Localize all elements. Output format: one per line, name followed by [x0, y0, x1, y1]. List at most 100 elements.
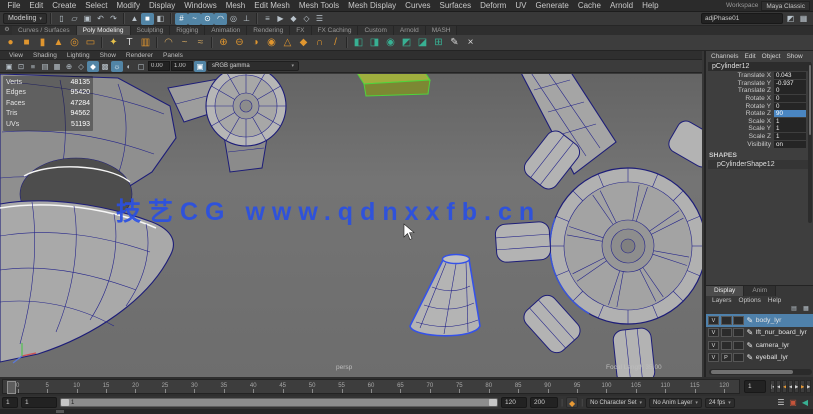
channel-value-field[interactable]: 90 [774, 110, 806, 117]
timeline-tick[interactable]: 55 [327, 380, 356, 393]
layer-row[interactable]: VP✎eyeball_lyr [706, 352, 813, 365]
shelf-tab-rendering[interactable]: Rendering [247, 26, 290, 35]
menu-generate[interactable]: Generate [531, 0, 573, 11]
range-slider-bar[interactable]: 1 [60, 398, 498, 407]
layer-menu-help[interactable]: Help [765, 297, 784, 304]
crease-tool-icon[interactable]: ✎ [447, 36, 462, 50]
timeline-tick[interactable]: 0 [3, 380, 32, 393]
poly-cone-icon[interactable]: ▲ [51, 36, 66, 50]
panel-menu-panels[interactable]: Panels [158, 52, 188, 59]
timeline-tick[interactable]: 90 [533, 380, 562, 393]
timeline-tick[interactable]: 15 [91, 380, 120, 393]
step-back-key-button[interactable]: ◀ [782, 380, 787, 393]
shelf-gear-icon[interactable]: ⚙ [2, 26, 12, 35]
timeline-tick[interactable]: 105 [621, 380, 650, 393]
poly-sphere-icon[interactable]: ● [3, 36, 18, 50]
timeline-tick[interactable]: 60 [356, 380, 385, 393]
open-scene-icon[interactable]: ▱ [68, 13, 81, 25]
uv-spherical-icon[interactable]: ◉ [383, 36, 398, 50]
bridge-icon[interactable]: ∩ [312, 36, 327, 50]
play-backwards-button[interactable]: ◀ [788, 380, 793, 393]
type-tool-icon[interactable]: T [122, 36, 137, 50]
new-scene-icon[interactable]: ▯ [55, 13, 68, 25]
render-current-frame-icon[interactable]: ◆ [287, 13, 300, 25]
multi-cut-icon[interactable]: / [328, 36, 343, 50]
smooth-mesh-icon[interactable]: ◉ [264, 36, 279, 50]
timeline-tick[interactable]: 20 [121, 380, 150, 393]
sculpt-tool-icon[interactable]: ◠ [161, 36, 176, 50]
sound-icon[interactable]: ◀ [799, 397, 811, 408]
panel-menu-shading[interactable]: Shading [28, 52, 62, 59]
shelf-tab-fx-caching[interactable]: FX Caching [312, 26, 359, 35]
timeline-tick[interactable]: 110 [651, 380, 680, 393]
layer-visibility-toggle[interactable]: V [708, 316, 719, 325]
select-hierarchy-icon[interactable]: ▲ [128, 13, 141, 25]
menu-file[interactable]: File [3, 0, 25, 11]
timeline-tick[interactable]: 25 [150, 380, 179, 393]
menu-help[interactable]: Help [638, 0, 663, 11]
poly-torus-icon[interactable]: ◎ [67, 36, 82, 50]
play-forward-button[interactable]: ▶ [794, 380, 799, 393]
layer-visibility-toggle[interactable]: V [708, 341, 719, 350]
camera-attributes-icon[interactable]: ≡ [27, 61, 39, 72]
layer-row[interactable]: V✎camera_lyr [706, 339, 813, 352]
svg-tool-icon[interactable]: ▥ [138, 36, 153, 50]
layer-menu-layers[interactable]: Layers [709, 297, 735, 304]
channel-box-menu-object[interactable]: Object [760, 53, 783, 60]
go-to-start-button[interactable]: |◀ [770, 380, 775, 393]
poly-cylinder-icon[interactable]: ▮ [35, 36, 50, 50]
poly-cube-icon[interactable]: ■ [19, 36, 34, 50]
timeline-tick[interactable]: 100 [592, 380, 621, 393]
exposure-field[interactable] [148, 61, 170, 71]
uv-automatic-icon[interactable]: ◩ [399, 36, 414, 50]
timeline-tick[interactable]: 120 [710, 380, 739, 393]
fps-dropdown[interactable]: 24 fps▾ [705, 398, 735, 408]
layer-playback-toggle[interactable] [721, 316, 732, 325]
shelf-tab-curves-surfaces[interactable]: Curves / Surfaces [12, 26, 77, 35]
smooth-tool-icon[interactable]: ~ [177, 36, 192, 50]
playback-start-field[interactable] [21, 397, 57, 408]
channel-value-field[interactable]: 0 [774, 103, 806, 110]
menu-display[interactable]: Display [145, 0, 180, 11]
2d-pan-zoom-icon[interactable]: ⊕ [63, 61, 75, 72]
timeline-tick[interactable]: 50 [297, 380, 326, 393]
workspace-dropdown[interactable]: Maya Classic [761, 1, 810, 11]
color-management-icon[interactable]: ▣ [194, 61, 206, 72]
select-object-icon[interactable]: ■ [141, 13, 154, 25]
channel-value-field[interactable]: 1 [774, 133, 806, 140]
layer-menu-options[interactable]: Options [736, 297, 764, 304]
create-layer-from-selected-icon[interactable]: ▦ [801, 305, 811, 313]
symmetry-icon[interactable]: ⊥ [240, 13, 253, 25]
timeline-tick[interactable]: 5 [32, 380, 61, 393]
channel-value-field[interactable]: 1 [774, 125, 806, 132]
layer-visibility-toggle[interactable]: V [708, 328, 719, 337]
object-details-icon[interactable]: ▦ [797, 13, 810, 25]
timeline-tick[interactable]: 115 [680, 380, 709, 393]
viewport-canvas[interactable]: Verts48135Edges95420Faces47284Tris94562U… [0, 74, 702, 377]
timeline-tick[interactable]: 45 [268, 380, 297, 393]
menu-set-dropdown[interactable]: Modeling▾ [3, 13, 47, 24]
panel-menu-lighting[interactable]: Lighting [62, 52, 95, 59]
mel-toggle[interactable] [56, 410, 64, 413]
timeline-tick[interactable]: 30 [180, 380, 209, 393]
channel-box-menu-channels[interactable]: Channels [709, 53, 740, 60]
render-settings-icon[interactable]: ☰ [313, 13, 326, 25]
construction-history-icon[interactable]: ≡ [261, 13, 274, 25]
layer-tab-display[interactable]: Display [706, 286, 744, 296]
range-end-handle[interactable] [489, 399, 497, 406]
character-set-dropdown[interactable]: No Character Set▾ [586, 398, 646, 408]
shaded-icon[interactable]: ◆ [87, 61, 99, 72]
timeline-tick[interactable]: 75 [445, 380, 474, 393]
poly-plane-icon[interactable]: ▭ [83, 36, 98, 50]
playback-end-field[interactable] [501, 397, 527, 408]
layer-color-swatch[interactable] [733, 341, 744, 350]
menu-surfaces[interactable]: Surfaces [435, 0, 476, 11]
snap-to-plane-icon[interactable]: ◠ [214, 13, 227, 25]
animation-end-field[interactable] [530, 397, 558, 408]
layer-row[interactable]: V✎lft_nur_board_lyr [706, 327, 813, 340]
timeline-tick[interactable]: 40 [239, 380, 268, 393]
select-component-icon[interactable]: ◧ [154, 13, 167, 25]
quick-select-input[interactable] [701, 13, 783, 24]
panel-menu-show[interactable]: Show [95, 52, 121, 59]
menu-modify[interactable]: Modify [112, 0, 145, 11]
